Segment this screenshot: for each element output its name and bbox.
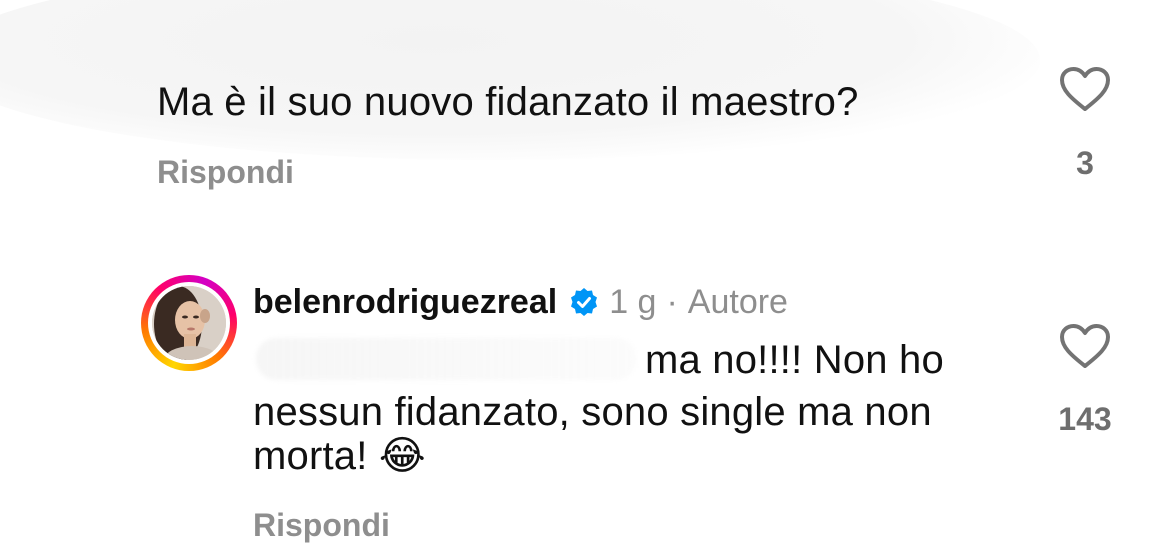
- timestamp: 1 g: [609, 282, 657, 321]
- comment-header: belenrodriguezreal 1 g · Autore: [253, 280, 788, 324]
- separator: ·: [666, 282, 678, 321]
- heart-outline-icon[interactable]: [1059, 66, 1111, 112]
- like-count: 3: [1076, 145, 1094, 181]
- heart-outline-icon[interactable]: [1059, 323, 1111, 369]
- comment-text-line-1: ma no!!!! Non ho: [645, 338, 944, 382]
- verified-badge-icon: [571, 288, 598, 316]
- reply-button[interactable]: Rispondi: [253, 507, 390, 544]
- avatar-photo: [152, 286, 226, 360]
- comment-text-line-3: morta! 😂: [253, 428, 426, 484]
- author-label: Autore: [687, 282, 788, 321]
- comment-text-end: morta!: [253, 434, 368, 478]
- blurred-mention: [256, 338, 636, 380]
- comments-view: Ma è il suo nuovo fidanzato il maestro? …: [0, 0, 1170, 553]
- avatar[interactable]: [141, 275, 237, 371]
- laughing-emoji-icon: 😂: [378, 433, 426, 479]
- comment-text: Ma è il suo nuovo fidanzato il maestro?: [157, 80, 859, 124]
- like-count: 143: [1058, 401, 1112, 437]
- reply-button[interactable]: Rispondi: [157, 154, 294, 191]
- username-link[interactable]: belenrodriguezreal: [253, 283, 557, 322]
